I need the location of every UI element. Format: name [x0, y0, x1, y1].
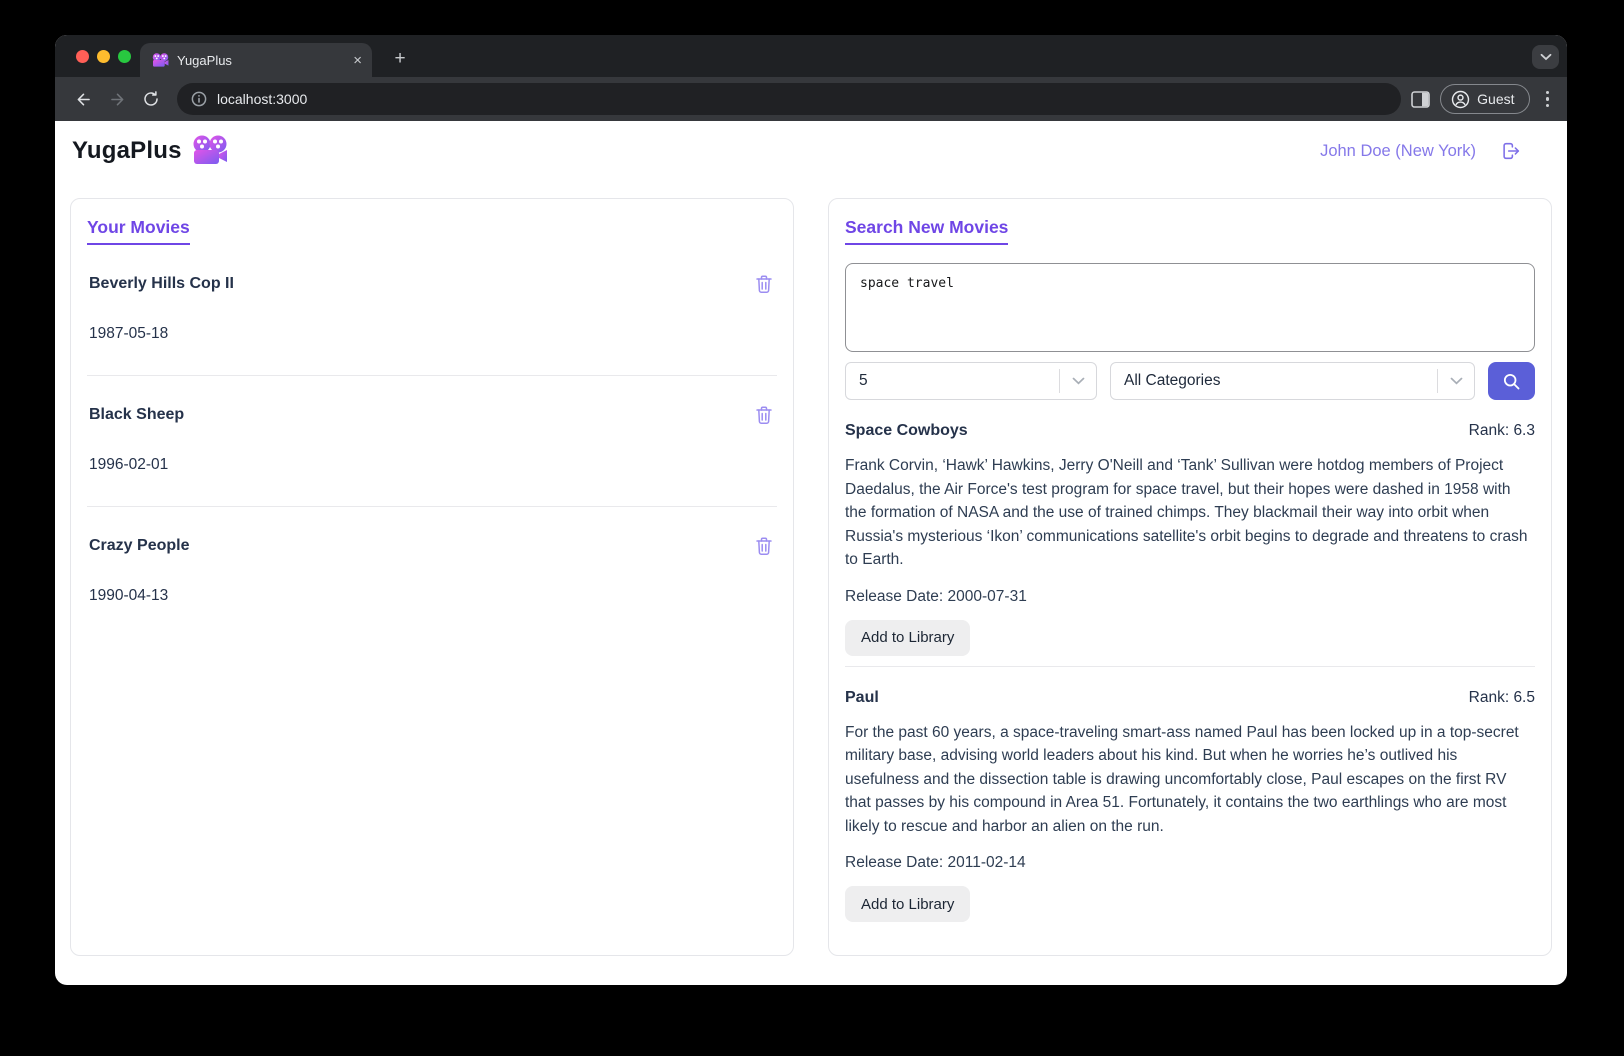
movie-title: Crazy People	[89, 537, 190, 554]
movie-title: Black Sheep	[89, 406, 185, 423]
user-name: John Doe (New York)	[1320, 141, 1476, 160]
toolbar-right: Guest	[1411, 84, 1555, 114]
tab-search-chevron-button[interactable]	[1532, 45, 1559, 69]
library-movie-row: Beverly Hills Cop II 1987-05-18	[87, 245, 777, 376]
minimize-window-button[interactable]	[97, 50, 110, 63]
new-tab-button[interactable]: +	[387, 46, 413, 72]
browser-toolbar: localhost:3000 Guest	[55, 77, 1567, 121]
result-title: Space Cowboys	[845, 422, 968, 439]
logout-icon[interactable]	[1500, 140, 1522, 162]
window-controls	[76, 50, 131, 63]
result-limit-select[interactable]: 5	[845, 362, 1097, 400]
result-rank: Rank: 6.5	[1468, 688, 1535, 706]
search-query-input[interactable]	[845, 263, 1535, 352]
result-rank: Rank: 6.3	[1468, 422, 1535, 439]
search-button[interactable]	[1488, 362, 1535, 400]
close-window-button[interactable]	[76, 50, 89, 63]
zoom-window-button[interactable]	[118, 50, 131, 63]
result-release-date: Release Date: 2011-02-14	[845, 854, 1026, 871]
search-movies-title: Search New Movies	[845, 217, 1009, 245]
main-content: Your Movies Beverly Hills Cop II 1987-05…	[55, 181, 1567, 985]
search-controls: 5 All Categories	[845, 362, 1535, 400]
result-title: Paul	[845, 688, 879, 706]
reload-button[interactable]	[135, 83, 167, 115]
profile-button[interactable]: Guest	[1440, 84, 1530, 114]
chevron-down-icon	[1438, 377, 1474, 385]
movie-camera-logo-icon	[192, 135, 228, 167]
site-info-icon[interactable]	[191, 91, 207, 107]
movie-release-date: 1996-02-01	[89, 456, 169, 473]
search-result: Paul Rank: 6.5 For the past 60 years, a …	[845, 667, 1535, 922]
delete-movie-icon[interactable]	[753, 273, 775, 295]
your-movies-title: Your Movies	[87, 217, 190, 245]
delete-movie-icon[interactable]	[753, 535, 775, 557]
movie-release-date: 1987-05-18	[89, 325, 169, 342]
brand: YugaPlus	[72, 135, 228, 167]
search-movies-panel: Search New Movies 5 All Categories	[828, 198, 1552, 956]
category-select[interactable]: All Categories	[1110, 362, 1475, 400]
header-right: John Doe (New York)	[1320, 140, 1522, 162]
result-description: For the past 60 years, a space-traveling…	[845, 723, 1519, 835]
chevron-down-icon	[1060, 377, 1096, 385]
library-movie-row: Crazy People 1990-04-13	[87, 507, 777, 637]
result-description: Frank Corvin, ‘Hawk’ Hawkins, Jerry O'Ne…	[845, 457, 1528, 568]
tab-favicon-movie-camera-icon	[152, 52, 169, 68]
search-area: 5 All Categories	[845, 263, 1535, 922]
movie-release-date: 1990-04-13	[89, 587, 169, 604]
add-to-library-button[interactable]: Add to Library	[845, 619, 971, 656]
library-movie-row: Black Sheep 1996-02-01	[87, 376, 777, 507]
url-text: localhost:3000	[217, 91, 308, 107]
add-to-library-button[interactable]: Add to Library	[845, 886, 971, 922]
browser-window: YugaPlus × + localhost:3000 Guest YugaPl…	[55, 35, 1567, 985]
browser-menu-icon[interactable]	[1540, 90, 1556, 108]
search-icon	[1502, 372, 1521, 391]
browser-tab-yugaplus[interactable]: YugaPlus ×	[140, 43, 372, 77]
your-movies-panel: Your Movies Beverly Hills Cop II 1987-05…	[70, 198, 794, 956]
search-result: Space Cowboys Rank: 6.3 Frank Corvin, ‘H…	[845, 400, 1535, 667]
movie-title: Beverly Hills Cop II	[89, 275, 234, 292]
forward-button[interactable]	[101, 83, 133, 115]
back-button[interactable]	[67, 83, 99, 115]
side-panel-icon[interactable]	[1411, 90, 1430, 108]
category-value: All Categories	[1124, 372, 1221, 389]
tab-title: YugaPlus	[177, 52, 232, 68]
tab-strip: YugaPlus × +	[55, 35, 1567, 77]
profile-label: Guest	[1477, 91, 1515, 107]
app-header: YugaPlus John Doe (New York)	[55, 121, 1567, 181]
tab-close-icon[interactable]: ×	[353, 53, 362, 68]
result-release-date: Release Date: 2000-07-31	[845, 587, 1027, 605]
result-limit-value: 5	[859, 372, 868, 389]
app-title: YugaPlus	[72, 137, 182, 164]
address-bar[interactable]: localhost:3000	[177, 83, 1402, 115]
delete-movie-icon[interactable]	[753, 404, 775, 426]
profile-avatar-icon	[1451, 90, 1470, 109]
